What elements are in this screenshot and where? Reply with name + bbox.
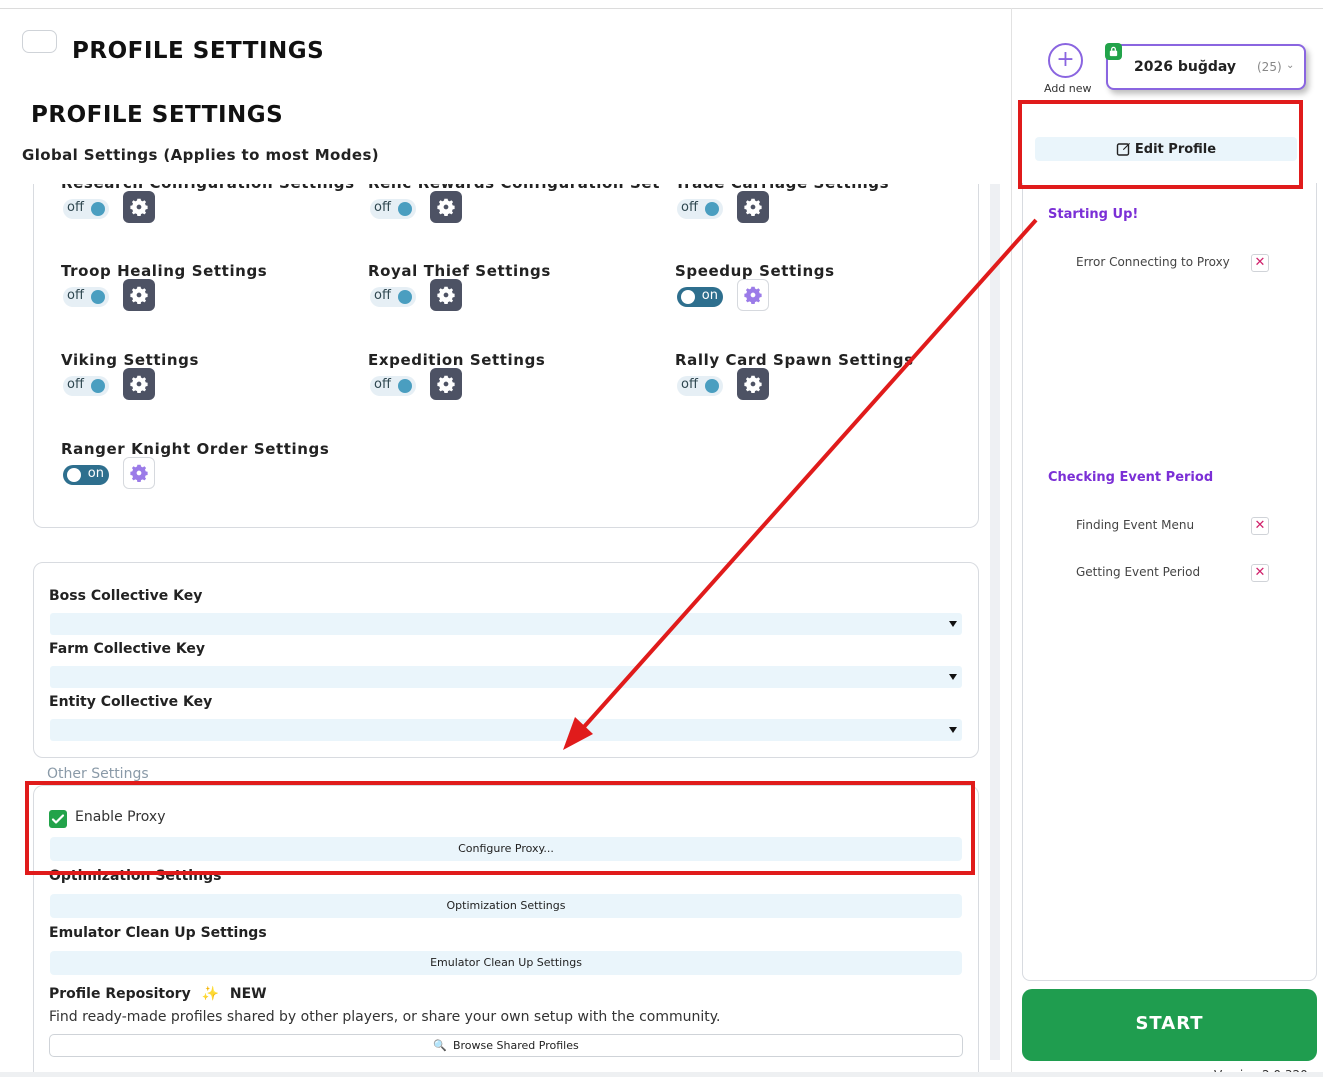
close-icon[interactable]: ✕ [1251, 564, 1269, 582]
panel-divider [1011, 8, 1012, 1073]
gear-icon[interactable] [123, 457, 155, 489]
chevron-down-icon [949, 727, 957, 733]
lock-icon [1105, 43, 1122, 60]
profile-repository-label: Profile Repository ✨ NEW [49, 986, 267, 1002]
start-button[interactable]: START [1022, 989, 1317, 1061]
entity-key-select[interactable] [50, 719, 962, 741]
setting-title: Trade Carriage Settings [675, 184, 889, 192]
setting-rally-card-spawn: Rally Card Spawn Settings off [675, 351, 975, 431]
gear-icon[interactable] [737, 191, 769, 223]
status-heading-starting: Starting Up! [1048, 207, 1139, 222]
browse-label: Browse Shared Profiles [452, 1039, 579, 1052]
setting-toggle[interactable]: off [370, 287, 416, 307]
boss-key-label: Boss Collective Key [49, 588, 203, 604]
status-item-proxy-error: Error Connecting to Proxy [1076, 255, 1230, 269]
setting-title: Rally Card Spawn Settings [675, 351, 914, 369]
chevron-down-icon [949, 621, 957, 627]
global-settings-label: Global Settings (Applies to most Modes) [22, 146, 380, 164]
setting-title: Expedition Settings [368, 351, 546, 369]
profile-selector[interactable]: 2026 buğday (25) ⌄ [1105, 43, 1306, 90]
browse-shared-profiles-button[interactable]: 🔍 Browse Shared Profiles [49, 1034, 963, 1057]
setting-title: Relic Rewards Configuration Set [368, 184, 660, 192]
collective-keys-card: Boss Collective Key Farm Collective Key … [33, 562, 979, 758]
plus-icon: + [1056, 47, 1075, 72]
status-heading-event-period: Checking Event Period [1048, 470, 1214, 485]
gear-icon[interactable] [430, 279, 462, 311]
setting-toggle[interactable]: off [677, 376, 723, 396]
top-rule [0, 8, 1323, 9]
new-badge: NEW [229, 986, 267, 1002]
status-item-getting-period: Getting Event Period [1076, 565, 1201, 579]
close-icon[interactable]: ✕ [1251, 254, 1269, 272]
bottom-rule [0, 1072, 1323, 1077]
setting-title: Ranger Knight Order Settings [61, 440, 330, 458]
gear-icon[interactable] [737, 279, 769, 311]
setting-relic: Relic Rewards Configuration Set off [368, 184, 668, 254]
setting-title: Research Configuration Settings [61, 184, 355, 192]
emulator-cleanup-button[interactable]: Emulator Clean Up Settings [50, 951, 962, 975]
profile-name: 2026 buğday [1134, 59, 1237, 75]
chevron-down-icon [949, 674, 957, 680]
add-new-profile-button[interactable]: + [1048, 43, 1083, 78]
other-settings-label: Other Settings [47, 766, 149, 782]
gear-icon[interactable] [430, 191, 462, 223]
annotation-box-edit-profile [1018, 100, 1303, 189]
status-log-card [1022, 183, 1317, 981]
main-scrollbar[interactable] [990, 184, 1000, 1060]
gear-icon[interactable] [123, 368, 155, 400]
setting-title: Viking Settings [61, 351, 200, 369]
setting-toggle[interactable]: off [63, 287, 109, 307]
setting-toggle[interactable]: off [63, 199, 109, 219]
farm-key-select[interactable] [50, 666, 962, 688]
setting-title: Troop Healing Settings [61, 262, 268, 280]
settings-grid-card: Research Configuration Settings off Reli… [33, 184, 979, 528]
emulator-cleanup-label: Emulator Clean Up Settings [49, 925, 267, 941]
profile-repository-description: Find ready-made profiles shared by other… [49, 1009, 721, 1025]
menu-toggle-button[interactable] [22, 30, 57, 53]
add-new-label: Add new [1044, 82, 1092, 95]
close-icon[interactable]: ✕ [1251, 517, 1269, 535]
setting-speedup: Speedup Settings on [675, 262, 975, 342]
section-title: PROFILE SETTINGS [31, 102, 284, 128]
boss-key-select[interactable] [50, 613, 962, 635]
setting-toggle[interactable]: off [677, 199, 723, 219]
setting-toggle[interactable]: off [370, 376, 416, 396]
gear-icon[interactable] [737, 368, 769, 400]
gear-icon[interactable] [123, 191, 155, 223]
status-item-finding-menu: Finding Event Menu [1076, 518, 1195, 532]
annotation-box-proxy [25, 781, 975, 875]
farm-key-label: Farm Collective Key [49, 641, 206, 657]
setting-viking: Viking Settings off [61, 351, 361, 431]
chevron-down-icon: ⌄ [1286, 60, 1295, 71]
setting-trade-carriage: Trade Carriage Settings off [675, 184, 975, 254]
setting-ranger-knight-order: Ranger Knight Order Settings on [61, 440, 361, 520]
optimization-button[interactable]: Optimization Settings [50, 894, 962, 918]
page-title: PROFILE SETTINGS [72, 38, 325, 64]
entity-key-label: Entity Collective Key [49, 694, 213, 710]
gear-icon[interactable] [430, 368, 462, 400]
setting-title: Speedup Settings [675, 262, 835, 280]
sparkle-icon: ✨ [201, 986, 220, 1002]
profile-repository-title: Profile Repository [49, 986, 191, 1002]
setting-expedition: Expedition Settings off [368, 351, 668, 431]
setting-research: Research Configuration Settings off [61, 184, 361, 254]
magnifier-icon: 🔍 [433, 1039, 447, 1052]
gear-icon[interactable] [123, 279, 155, 311]
setting-toggle[interactable]: on [677, 287, 723, 307]
setting-title: Royal Thief Settings [368, 262, 551, 280]
setting-toggle[interactable]: off [370, 199, 416, 219]
profile-count: (25) [1257, 60, 1282, 74]
setting-toggle[interactable]: on [63, 465, 109, 485]
setting-toggle[interactable]: off [63, 376, 109, 396]
setting-troop-healing: Troop Healing Settings off [61, 262, 361, 342]
setting-royal-thief: Royal Thief Settings off [368, 262, 668, 342]
